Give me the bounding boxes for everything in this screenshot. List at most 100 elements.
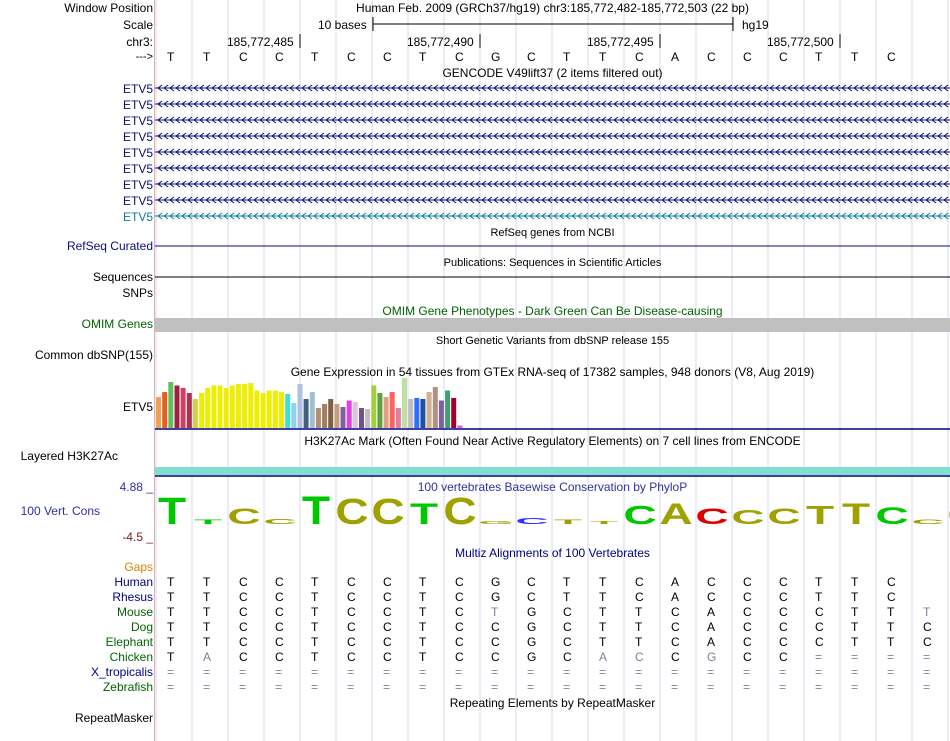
gtex-tissue-bar xyxy=(426,392,432,428)
dbsnp-track-title: Short Genetic Variants from dbSNP releas… xyxy=(435,335,670,347)
gencode-gene-label[interactable]: ETV5 xyxy=(123,194,153,208)
aligned-base: = xyxy=(419,665,427,679)
aligned-base: = xyxy=(419,680,427,694)
phylop-track-label[interactable]: 100 Vert. Cons xyxy=(21,504,100,518)
gtex-tissue-bar xyxy=(205,388,211,428)
aligned-base: = xyxy=(851,665,859,679)
aligned-base: C xyxy=(347,575,356,589)
reference-base: T xyxy=(311,50,319,64)
aligned-base: = xyxy=(455,665,463,679)
species-label[interactable]: Mouse xyxy=(117,605,153,619)
gencode-gene-label[interactable]: ETV5 xyxy=(123,98,153,112)
aligned-base: = xyxy=(599,680,607,694)
aligned-base: C xyxy=(491,620,500,634)
aligned-base: C xyxy=(275,605,284,619)
gtex-tissue-bar xyxy=(297,384,303,428)
gencode-track-title: GENCODE V49lift37 (2 items filtered out) xyxy=(442,66,663,80)
refseq-line[interactable] xyxy=(155,244,950,248)
species-label[interactable]: Rhesus xyxy=(112,590,153,604)
h3k27ac-signal[interactable] xyxy=(155,464,950,478)
aligned-base: C xyxy=(239,635,248,649)
reference-base: T xyxy=(815,50,823,64)
gencode-gene-label[interactable]: ETV5 xyxy=(123,210,153,224)
strand-arrow-label[interactable]: ---> xyxy=(136,50,153,64)
scale-label: Scale xyxy=(122,18,153,32)
aligned-base: T xyxy=(167,650,175,664)
aligned-base: C xyxy=(779,605,788,619)
species-label[interactable]: Dog xyxy=(131,620,153,634)
gencode-gene-label[interactable]: ETV5 xyxy=(123,146,153,160)
gtex-bar-chart[interactable] xyxy=(155,378,950,430)
aligned-base: T xyxy=(563,575,571,589)
reference-base: T xyxy=(167,50,175,64)
phylop-letter: C xyxy=(227,504,260,529)
aligned-base: C xyxy=(743,605,752,619)
species-label[interactable]: X_tropicalis xyxy=(91,665,153,679)
gtex-tissue-bar xyxy=(260,393,266,428)
gencode-transcripts[interactable] xyxy=(155,80,950,220)
gencode-gene-label[interactable]: ETV5 xyxy=(123,178,153,192)
aligned-base: C xyxy=(671,650,680,664)
gencode-gene-label[interactable]: ETV5 xyxy=(123,82,153,96)
aligned-base: T xyxy=(851,590,859,604)
aligned-base: C xyxy=(815,620,824,634)
repeatmasker-track-label[interactable]: RepeatMasker xyxy=(75,711,153,725)
aligned-base: C xyxy=(491,635,500,649)
omim-gene-bar[interactable] xyxy=(155,318,950,332)
aligned-base: G xyxy=(707,650,717,664)
gtex-tissue-bar xyxy=(180,388,186,428)
gtex-tissue-bar xyxy=(186,393,192,428)
species-label[interactable]: Chicken xyxy=(110,650,153,664)
phylop-logo[interactable]: TTCCTCCTCGCTTCACCCTTCCC xyxy=(155,492,950,532)
aligned-base: C xyxy=(491,650,500,664)
gtex-gene-label[interactable]: ETV5 xyxy=(123,400,153,414)
gencode-gene-label[interactable]: ETV5 xyxy=(123,162,153,176)
aligned-base: = xyxy=(275,680,283,694)
aligned-base: A xyxy=(707,635,716,649)
snps-track-label[interactable]: SNPs xyxy=(122,286,153,300)
aligned-base: T xyxy=(887,620,895,634)
phylop-letter: C xyxy=(443,492,476,532)
aligned-base: = xyxy=(635,665,643,679)
aligned-base: G xyxy=(527,605,537,619)
omim-track-label[interactable]: OMIM Genes xyxy=(82,317,153,331)
gtex-tissue-bar xyxy=(420,399,426,428)
phylop-letter: C xyxy=(911,519,944,526)
reference-base: T xyxy=(563,50,571,64)
aligned-base: C xyxy=(923,620,932,634)
aligned-base: T xyxy=(203,620,211,634)
aligned-base: C xyxy=(455,650,464,664)
track-data-area[interactable]: Human Feb. 2009 (GRCh37/hg19) chr3:185,7… xyxy=(155,0,950,741)
aligned-base: C xyxy=(347,605,356,619)
aligned-base: T xyxy=(599,620,607,634)
genome-browser-image[interactable]: Window Position Scale chr3: ---> ETV5 ETV… xyxy=(0,0,950,741)
aligned-base: C xyxy=(455,590,464,604)
aligned-base: C xyxy=(923,635,932,649)
h3k27ac-track-label[interactable]: Layered H3K27Ac xyxy=(21,449,118,463)
species-label[interactable]: Elephant xyxy=(106,635,153,649)
sequences-line[interactable] xyxy=(155,275,950,279)
aligned-base: T xyxy=(419,650,427,664)
reference-base: A xyxy=(671,50,680,64)
gencode-gene-label[interactable]: ETV5 xyxy=(123,114,153,128)
gtex-tissue-bar xyxy=(359,408,364,428)
sequences-track-label[interactable]: Sequences xyxy=(93,270,153,284)
gtex-tissue-bar xyxy=(315,408,321,428)
aligned-base: C xyxy=(779,650,788,664)
ruler-tick-marks xyxy=(299,34,841,48)
phylop-letter: C xyxy=(515,517,548,526)
gtex-tissue-bar xyxy=(156,397,161,428)
gtex-tissue-bar xyxy=(248,383,254,428)
aligned-base: C xyxy=(455,635,464,649)
aligned-base: T xyxy=(599,635,607,649)
refseq-track-label[interactable]: RefSeq Curated xyxy=(67,239,153,253)
phylop-letter: T xyxy=(158,492,186,532)
aligned-base: C xyxy=(779,590,788,604)
dbsnp-track-label[interactable]: Common dbSNP(155) xyxy=(35,348,153,362)
species-label[interactable]: Human xyxy=(114,575,153,589)
species-label[interactable]: Zebrafish xyxy=(103,680,153,694)
gencode-gene-label[interactable]: ETV5 xyxy=(123,130,153,144)
aligned-base: G xyxy=(527,620,537,634)
gtex-tissue-bar xyxy=(389,392,395,428)
aligned-base: T xyxy=(599,605,607,619)
